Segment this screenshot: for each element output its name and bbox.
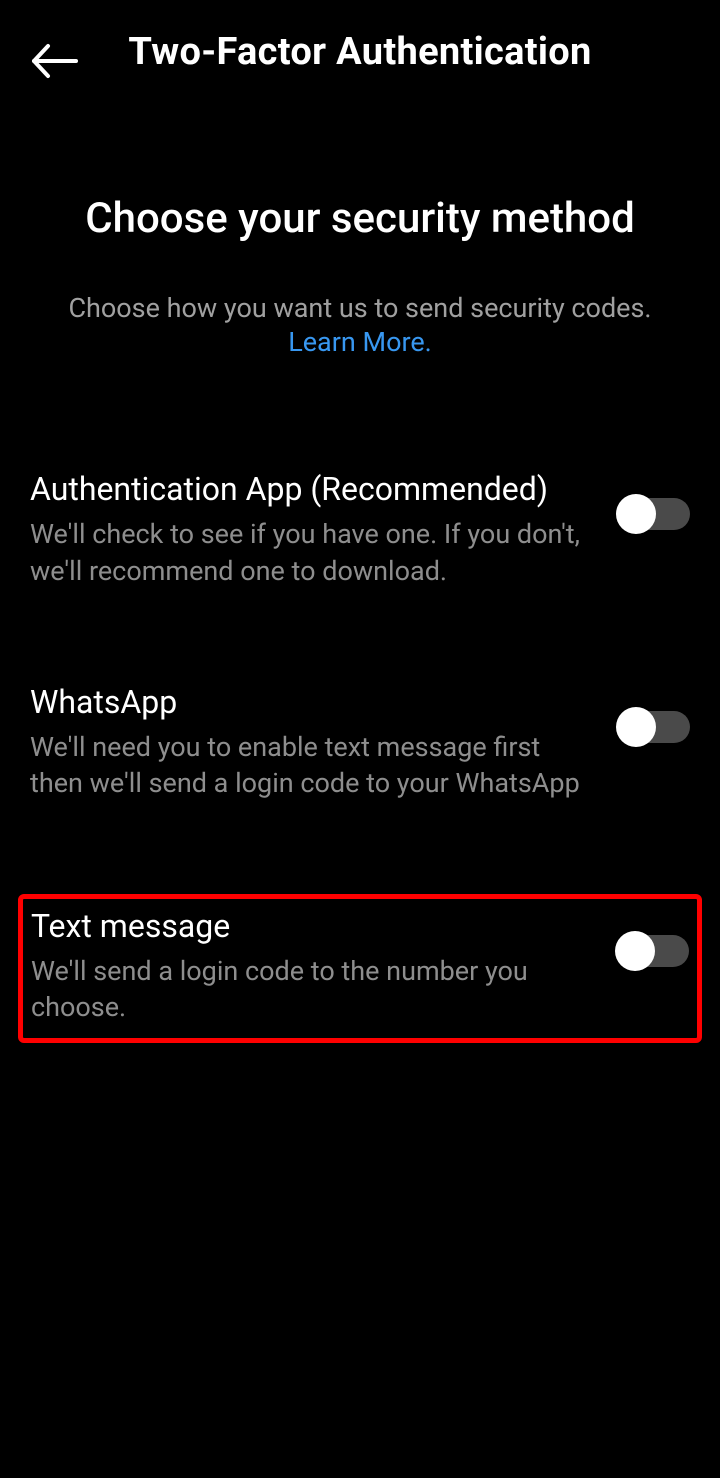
back-arrow-icon[interactable]: [30, 42, 78, 84]
option-text: WhatsApp We'll need you to enable text m…: [30, 683, 618, 802]
option-whatsapp[interactable]: WhatsApp We'll need you to enable text m…: [30, 681, 690, 804]
page-title: Two-Factor Authentication: [30, 30, 690, 74]
option-text: Text message We'll send a login code to …: [31, 907, 617, 1026]
toggle-whatsapp[interactable]: [618, 711, 690, 743]
learn-more-link[interactable]: Learn More.: [288, 326, 432, 358]
option-description: We'll send a login code to the number yo…: [31, 953, 592, 1026]
options-list: Authentication App (Recommended) We'll c…: [0, 408, 720, 1043]
option-description: We'll need you to enable text message fi…: [30, 729, 593, 802]
toggle-knob: [615, 931, 655, 971]
toggle-knob: [616, 494, 656, 534]
option-title: WhatsApp: [30, 683, 593, 721]
intro-section: Choose your security method Choose how y…: [0, 94, 720, 408]
header: Two-Factor Authentication: [0, 0, 720, 94]
option-text-message[interactable]: Text message We'll send a login code to …: [18, 894, 702, 1043]
toggle-text-message[interactable]: [617, 935, 689, 967]
option-title: Authentication App (Recommended): [30, 470, 593, 508]
intro-subtext-wrap: Choose how you want us to send security …: [40, 291, 680, 358]
option-text: Authentication App (Recommended) We'll c…: [30, 470, 618, 589]
toggle-auth-app[interactable]: [618, 498, 690, 530]
intro-subtext: Choose how you want us to send security …: [68, 292, 651, 324]
option-auth-app[interactable]: Authentication App (Recommended) We'll c…: [30, 468, 690, 591]
option-title: Text message: [31, 907, 592, 945]
toggle-knob: [616, 707, 656, 747]
intro-heading: Choose your security method: [40, 194, 680, 243]
option-description: We'll check to see if you have one. If y…: [30, 516, 593, 589]
